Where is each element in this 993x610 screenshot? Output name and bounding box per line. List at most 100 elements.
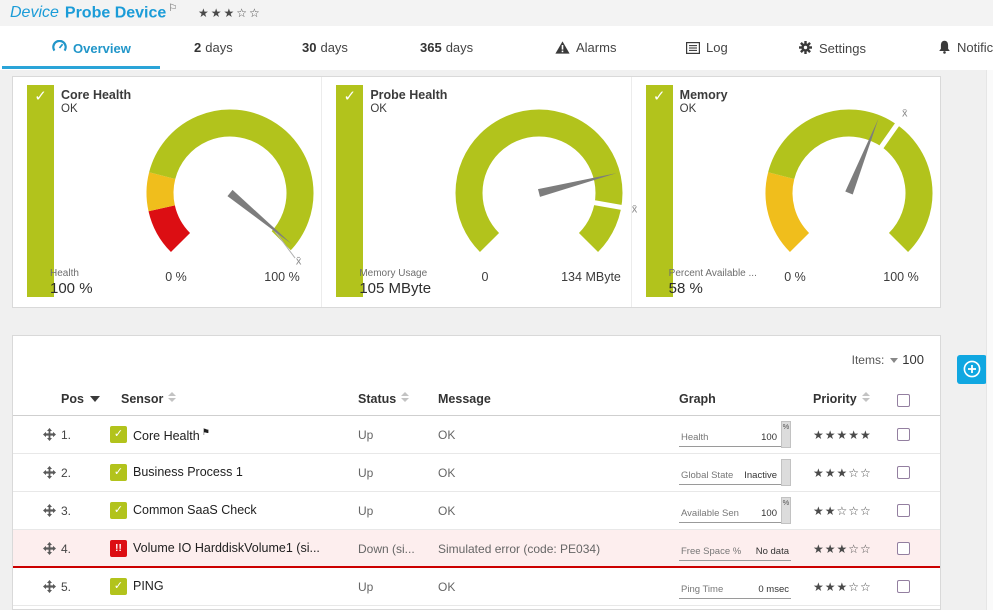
- select-all-checkbox[interactable]: [897, 394, 910, 407]
- sensor-row[interactable]: 2.✓Business Process 1UpOKGlobal StateIna…: [13, 454, 940, 492]
- column-label: Graph: [679, 392, 716, 406]
- column-label: Pos: [61, 392, 84, 406]
- priority-stars[interactable]: ★★★★★: [813, 428, 872, 442]
- sensor-mini-graph[interactable]: Health100%: [679, 422, 791, 447]
- column-header-sensor[interactable]: Sensor: [121, 392, 176, 406]
- sensor-mini-graph[interactable]: Free Space % No data: [679, 536, 791, 561]
- graph-channel-label: Free Space %: [681, 546, 741, 557]
- tab-notifications[interactable]: Notifications: [938, 40, 993, 64]
- sensor-row[interactable]: 5.✓PINGUpOKPing Time0 msec★★★☆☆: [13, 568, 940, 606]
- tab-days[interactable]: 365days: [420, 40, 473, 64]
- flag-icon[interactable]: ⚐: [168, 3, 177, 14]
- tab-label: Notifications: [957, 40, 993, 55]
- sensor-status-bar: ✓: [27, 85, 54, 297]
- sensor-mini-graph[interactable]: Ping Time0 msec: [679, 574, 791, 599]
- primary-channel: Percent Available ...58 %: [669, 268, 757, 297]
- graph-channel-label: Health: [681, 432, 708, 443]
- tab-days[interactable]: 2days: [194, 40, 233, 64]
- sensor-name-link[interactable]: Business Process 1: [133, 465, 243, 479]
- breadcrumb: Device Probe Device⚐: [10, 3, 177, 22]
- tab-label: Alarms: [576, 40, 616, 55]
- tab-overview[interactable]: Overview: [52, 40, 131, 64]
- move-icon[interactable]: [43, 428, 56, 444]
- tab-days[interactable]: 30 days: [302, 40, 348, 64]
- sensor-error-icon: !!: [110, 540, 127, 557]
- sensor-name-link[interactable]: Volume IO HarddiskVolume1 (si...: [133, 541, 320, 555]
- active-tab-underline: [2, 66, 160, 69]
- sensor-mini-graph[interactable]: Global StateInactive: [679, 460, 791, 485]
- sensor-row[interactable]: 3.✓Common SaaS CheckUpOKAvailable Sen100…: [13, 492, 940, 530]
- move-icon[interactable]: [43, 542, 56, 558]
- sensor-row[interactable]: 4.!!Volume IO HarddiskVolume1 (si...Down…: [13, 530, 940, 568]
- sensor-ok-icon: ✓: [110, 578, 127, 595]
- column-label: Message: [438, 392, 491, 406]
- tab-settings[interactable]: Settings: [798, 40, 866, 64]
- priority-stars[interactable]: ★★★☆☆: [813, 580, 872, 594]
- tab-bar: Overview 2days 30 days 365days Alarms Log Setti…: [0, 26, 993, 70]
- column-header-message[interactable]: Message: [438, 392, 491, 406]
- priority-stars[interactable]: ★★★☆☆: [813, 542, 872, 556]
- sensor-status: Up: [358, 580, 373, 594]
- sensor-name-link[interactable]: Core Health⚑: [133, 427, 210, 443]
- chevron-down-icon: [890, 358, 898, 363]
- tab-label: days: [205, 40, 232, 55]
- sensor-row[interactable]: 1.✓Core Health⚑UpOKHealth100%★★★★★: [13, 416, 940, 454]
- tab-log[interactable]: Log: [686, 40, 728, 64]
- gauge-tile-core-health[interactable]: ✓Core HealthOKx̄0 %100 %Health100 %: [13, 77, 322, 307]
- sensor-message: OK: [438, 466, 455, 480]
- column-header-graph[interactable]: Graph: [679, 392, 716, 406]
- graph-unit-strip: [781, 459, 791, 486]
- gauge-tile-memory[interactable]: ✓MemoryOKx̄0 %100 %Percent Available ...…: [632, 77, 940, 307]
- gear-icon: [798, 40, 813, 58]
- sort-icon: [401, 392, 409, 402]
- tab-label: days: [320, 40, 347, 55]
- add-object-button[interactable]: [957, 355, 987, 384]
- row-checkbox[interactable]: [897, 504, 910, 517]
- primary-channel: Health100 %: [50, 268, 93, 297]
- sensor-message: Simulated error (code: PE034): [438, 542, 600, 556]
- channel-label: Memory Usage: [359, 268, 431, 279]
- sensor-message: OK: [438, 580, 455, 594]
- sensor-status: Down (si...: [358, 542, 415, 556]
- row-checkbox[interactable]: [897, 466, 910, 479]
- graph-channel-value: 100: [761, 508, 777, 519]
- page-title[interactable]: Probe Device: [65, 4, 166, 21]
- column-label: Priority: [813, 392, 857, 406]
- graph-unit-strip: %: [781, 497, 791, 524]
- sensor-name-link[interactable]: Common SaaS Check: [133, 503, 257, 517]
- priority-stars[interactable]: ★★★☆☆: [813, 466, 872, 480]
- graph-channel-label: Ping Time: [681, 584, 723, 595]
- tab-number: 30: [302, 40, 316, 55]
- channel-value: 105 MByte: [359, 280, 431, 297]
- gauge-status: OK: [370, 103, 387, 115]
- items-count: 100: [902, 352, 924, 367]
- column-header-priority[interactable]: Priority: [813, 392, 870, 406]
- device-priority-stars[interactable]: ★★★☆☆: [198, 6, 262, 20]
- plus-circle-icon: [963, 360, 981, 378]
- gauge-status: OK: [680, 103, 697, 115]
- gauge-tile-probe-health[interactable]: ✓Probe HealthOKx̄0134 MByteMemory Usage1…: [322, 77, 631, 307]
- move-icon[interactable]: [43, 504, 56, 520]
- row-checkbox[interactable]: [897, 580, 910, 593]
- graph-channel-value: No data: [756, 546, 789, 557]
- gauge-scale-min: 0: [482, 270, 489, 284]
- sensor-name-link[interactable]: PING: [133, 579, 164, 593]
- tab-alarms[interactable]: Alarms: [555, 40, 616, 64]
- column-header-pos[interactable]: Pos: [61, 392, 100, 406]
- gauge-status: OK: [61, 103, 78, 115]
- scrollbar-track[interactable]: [986, 70, 993, 610]
- items-count-control[interactable]: Items:100: [852, 352, 924, 367]
- sensor-status: Up: [358, 466, 373, 480]
- sensor-mini-graph[interactable]: Available Sen100%: [679, 498, 791, 523]
- sort-icon: [862, 392, 870, 402]
- gauge-chart: x̄0 %100 %: [714, 93, 984, 293]
- move-icon[interactable]: [43, 466, 56, 482]
- move-icon[interactable]: [43, 580, 56, 596]
- check-icon: ✓: [336, 87, 363, 105]
- tab-label: Settings: [819, 41, 866, 56]
- row-checkbox[interactable]: [897, 542, 910, 555]
- priority-stars[interactable]: ★★☆☆☆: [813, 504, 872, 518]
- row-checkbox[interactable]: [897, 428, 910, 441]
- device-type-label: Device: [10, 4, 59, 21]
- column-header-status[interactable]: Status: [358, 392, 409, 406]
